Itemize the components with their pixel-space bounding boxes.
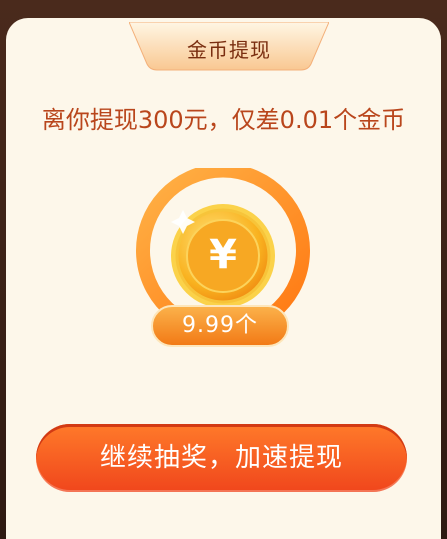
dialog-title: 金币提现 <box>187 38 271 62</box>
continue-lottery-button[interactable]: 继续抽奖，加速提现 <box>36 424 407 492</box>
coin-balance-badge: 9.99个 <box>151 305 289 347</box>
coin-yen-icon: ¥ <box>209 232 237 278</box>
withdraw-progress-message: 离你提现300元，仅差0.01个金币 <box>41 106 406 134</box>
dialog-header-tab: 金币提现 <box>129 22 329 72</box>
